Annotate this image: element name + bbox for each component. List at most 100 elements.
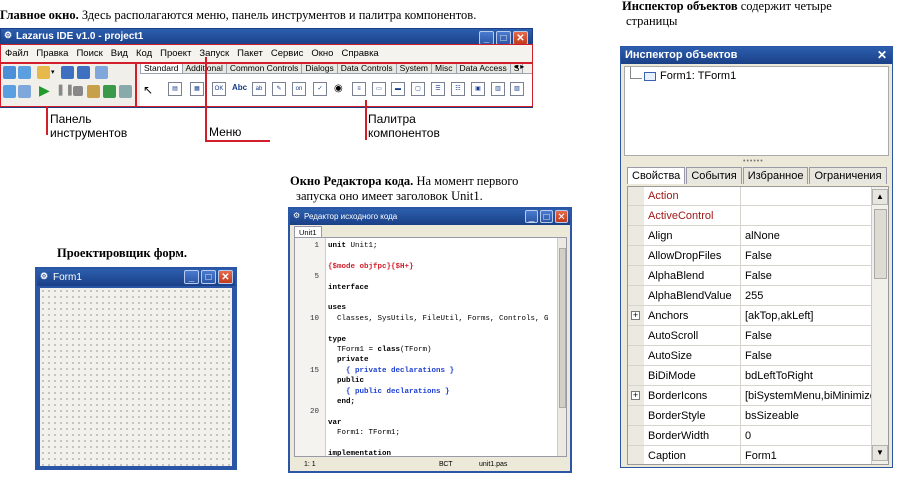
property-grid: Action ActiveControl Align alNone AllowDropF… [627, 186, 889, 465]
property-row[interactable]: AlphaBlend False [628, 266, 871, 286]
app-icon: ⚙ [4, 30, 13, 40]
property-value[interactable]: 255 [741, 286, 763, 305]
editor-close-button[interactable]: ✕ [555, 210, 568, 223]
caption-text: содержит четыре [737, 0, 832, 13]
inspector-close-icon[interactable]: ✕ [877, 48, 887, 62]
property-value[interactable]: Form1 [741, 446, 777, 464]
property-name: BorderStyle [644, 406, 741, 425]
property-value[interactable]: bdLeftToRight [741, 366, 813, 385]
inspector-tab[interactable]: События [686, 167, 742, 184]
inspector-tab[interactable]: Свойства [627, 167, 686, 184]
cursor-position: 1: 1 [304, 461, 316, 468]
property-value[interactable]: alNone [741, 226, 780, 245]
editor-vertical-scrollbar[interactable] [557, 238, 566, 456]
property-scrollbar[interactable]: ▲ ▼ [871, 187, 888, 464]
editor-maximize-button[interactable]: □ [540, 210, 553, 223]
property-row[interactable]: AutoSize False [628, 346, 871, 366]
caption-text: Здесь располагаются меню, панель инструм… [78, 8, 477, 22]
row-expander [628, 246, 644, 265]
form-designer-caption: Проектировщик форм. [57, 246, 187, 261]
menu-leader-line [205, 57, 207, 141]
property-row[interactable]: AllowDropFiles False [628, 246, 871, 266]
property-name: AutoSize [644, 346, 741, 365]
expand-plus-icon[interactable]: + [631, 391, 640, 400]
property-row[interactable]: AutoScroll False [628, 326, 871, 346]
property-row[interactable]: AlphaBlendValue 255 [628, 286, 871, 306]
row-expander [628, 426, 644, 445]
property-scrollbar-thumb[interactable] [874, 209, 887, 279]
code-token: Classes, SysUtils, FileUtil, Forms, Cont… [328, 314, 549, 323]
property-value[interactable]: bsSizeable [741, 406, 799, 425]
property-value[interactable] [741, 206, 745, 225]
property-value[interactable]: False [741, 346, 772, 365]
editor-minimize-button[interactable]: _ [525, 210, 538, 223]
property-row[interactable]: BiDiMode bdLeftToRight [628, 366, 871, 386]
expand-plus-icon[interactable]: + [631, 311, 640, 320]
inspector-title: Инспектор объектов [625, 49, 738, 61]
code-line: private [328, 356, 369, 364]
property-row[interactable]: ActiveControl [628, 206, 871, 226]
tree-line [630, 78, 642, 79]
property-value[interactable]: 0 [741, 426, 751, 445]
form-title: Form1 [53, 272, 82, 283]
form-close-button[interactable]: ✕ [218, 270, 233, 284]
inspector-tabs: Свойства События Избранное Ограничения [627, 167, 888, 184]
toolbar-label-line1: Панель [50, 112, 92, 126]
inspector-tab[interactable]: Избранное [742, 167, 809, 184]
row-expander[interactable]: + [628, 386, 644, 405]
property-row[interactable]: BorderWidth 0 [628, 426, 871, 446]
property-value[interactable]: False [741, 266, 772, 285]
caption-text-line2: запуска оно имеет заголовок Unit1. [296, 189, 483, 203]
minimize-button[interactable]: _ [479, 31, 494, 45]
code-token: private [328, 356, 369, 365]
code-editor-title: Редактор исходного кода [304, 212, 398, 221]
property-value[interactable]: [akTop,akLeft] [741, 306, 814, 325]
property-row[interactable]: Align alNone [628, 226, 871, 246]
scroll-down-icon[interactable]: ▼ [872, 445, 888, 461]
scrollbar-thumb[interactable] [559, 248, 566, 408]
maximize-button[interactable]: □ [496, 31, 511, 45]
property-value[interactable]: False [741, 326, 772, 345]
code-text-area[interactable]: unit Unit1; {$mode objfpc}{$H+} interface u… [328, 238, 554, 456]
property-row[interactable]: BorderStyle bsSizeable [628, 406, 871, 426]
code-line: unit Unit1; [328, 242, 378, 250]
tree-item-form1[interactable]: Form1: TForm1 [660, 70, 736, 82]
code-line: uses [328, 304, 346, 312]
code-editor-window: ⚙ Редактор исходного кода _ □ ✕ Unit1 15… [288, 207, 572, 473]
close-button[interactable]: ✕ [513, 31, 528, 45]
inspector-tab[interactable]: Ограничения [809, 167, 887, 184]
row-expander [628, 266, 644, 285]
property-row[interactable]: Action [628, 187, 871, 206]
toolbar-highlight-box [0, 63, 136, 107]
main-window-title: Lazarus IDE v1.0 - project1 [16, 31, 144, 42]
line-number: 15 [309, 366, 319, 375]
property-value[interactable]: [biSystemMenu,biMinimize [741, 386, 871, 405]
code-token: var [328, 418, 342, 427]
row-expander[interactable]: + [628, 306, 644, 325]
property-value[interactable]: False [741, 246, 772, 265]
property-row[interactable]: + BorderIcons [biSystemMenu,biMinimize [628, 386, 871, 406]
caption-line1: Окно Редактора кода. На момент первого [290, 174, 590, 189]
form-maximize-button[interactable]: □ [201, 270, 216, 284]
scroll-up-icon[interactable]: ▲ [872, 189, 888, 205]
splitter-grip[interactable]: •••••• [743, 158, 764, 165]
code-token: implementation [328, 450, 392, 456]
property-value[interactable] [741, 187, 745, 205]
code-editor-caption: Окно Редактора кода. На момент первого з… [290, 174, 590, 204]
property-row[interactable]: Caption Form1 [628, 446, 871, 464]
code-line: interface [328, 284, 369, 292]
component-tree: Form1: TForm1 [624, 66, 889, 156]
caption-bold: Окно Редактора кода. [290, 174, 414, 188]
editor-icon: ⚙ [293, 211, 301, 220]
form-designer-window: ⚙ Form1 _ □ ✕ [35, 267, 237, 470]
toolbar-leader-line [46, 107, 48, 135]
code-line: type [328, 336, 346, 344]
property-name: BorderIcons [644, 386, 741, 405]
code-editor-pane[interactable]: 1 5 10 15 20 unit Unit1; {$mode objfpc}{$H+} i… [294, 237, 567, 457]
main-window-caption: Главное окно. Здесь располагаются меню, … [0, 8, 610, 23]
line-number-gutter: 1 5 10 15 20 [295, 238, 326, 456]
property-row[interactable]: + Anchors [akTop,akLeft] [628, 306, 871, 326]
palette-highlight-box [136, 63, 533, 107]
form-minimize-button[interactable]: _ [184, 270, 199, 284]
form-design-surface[interactable] [40, 288, 232, 466]
